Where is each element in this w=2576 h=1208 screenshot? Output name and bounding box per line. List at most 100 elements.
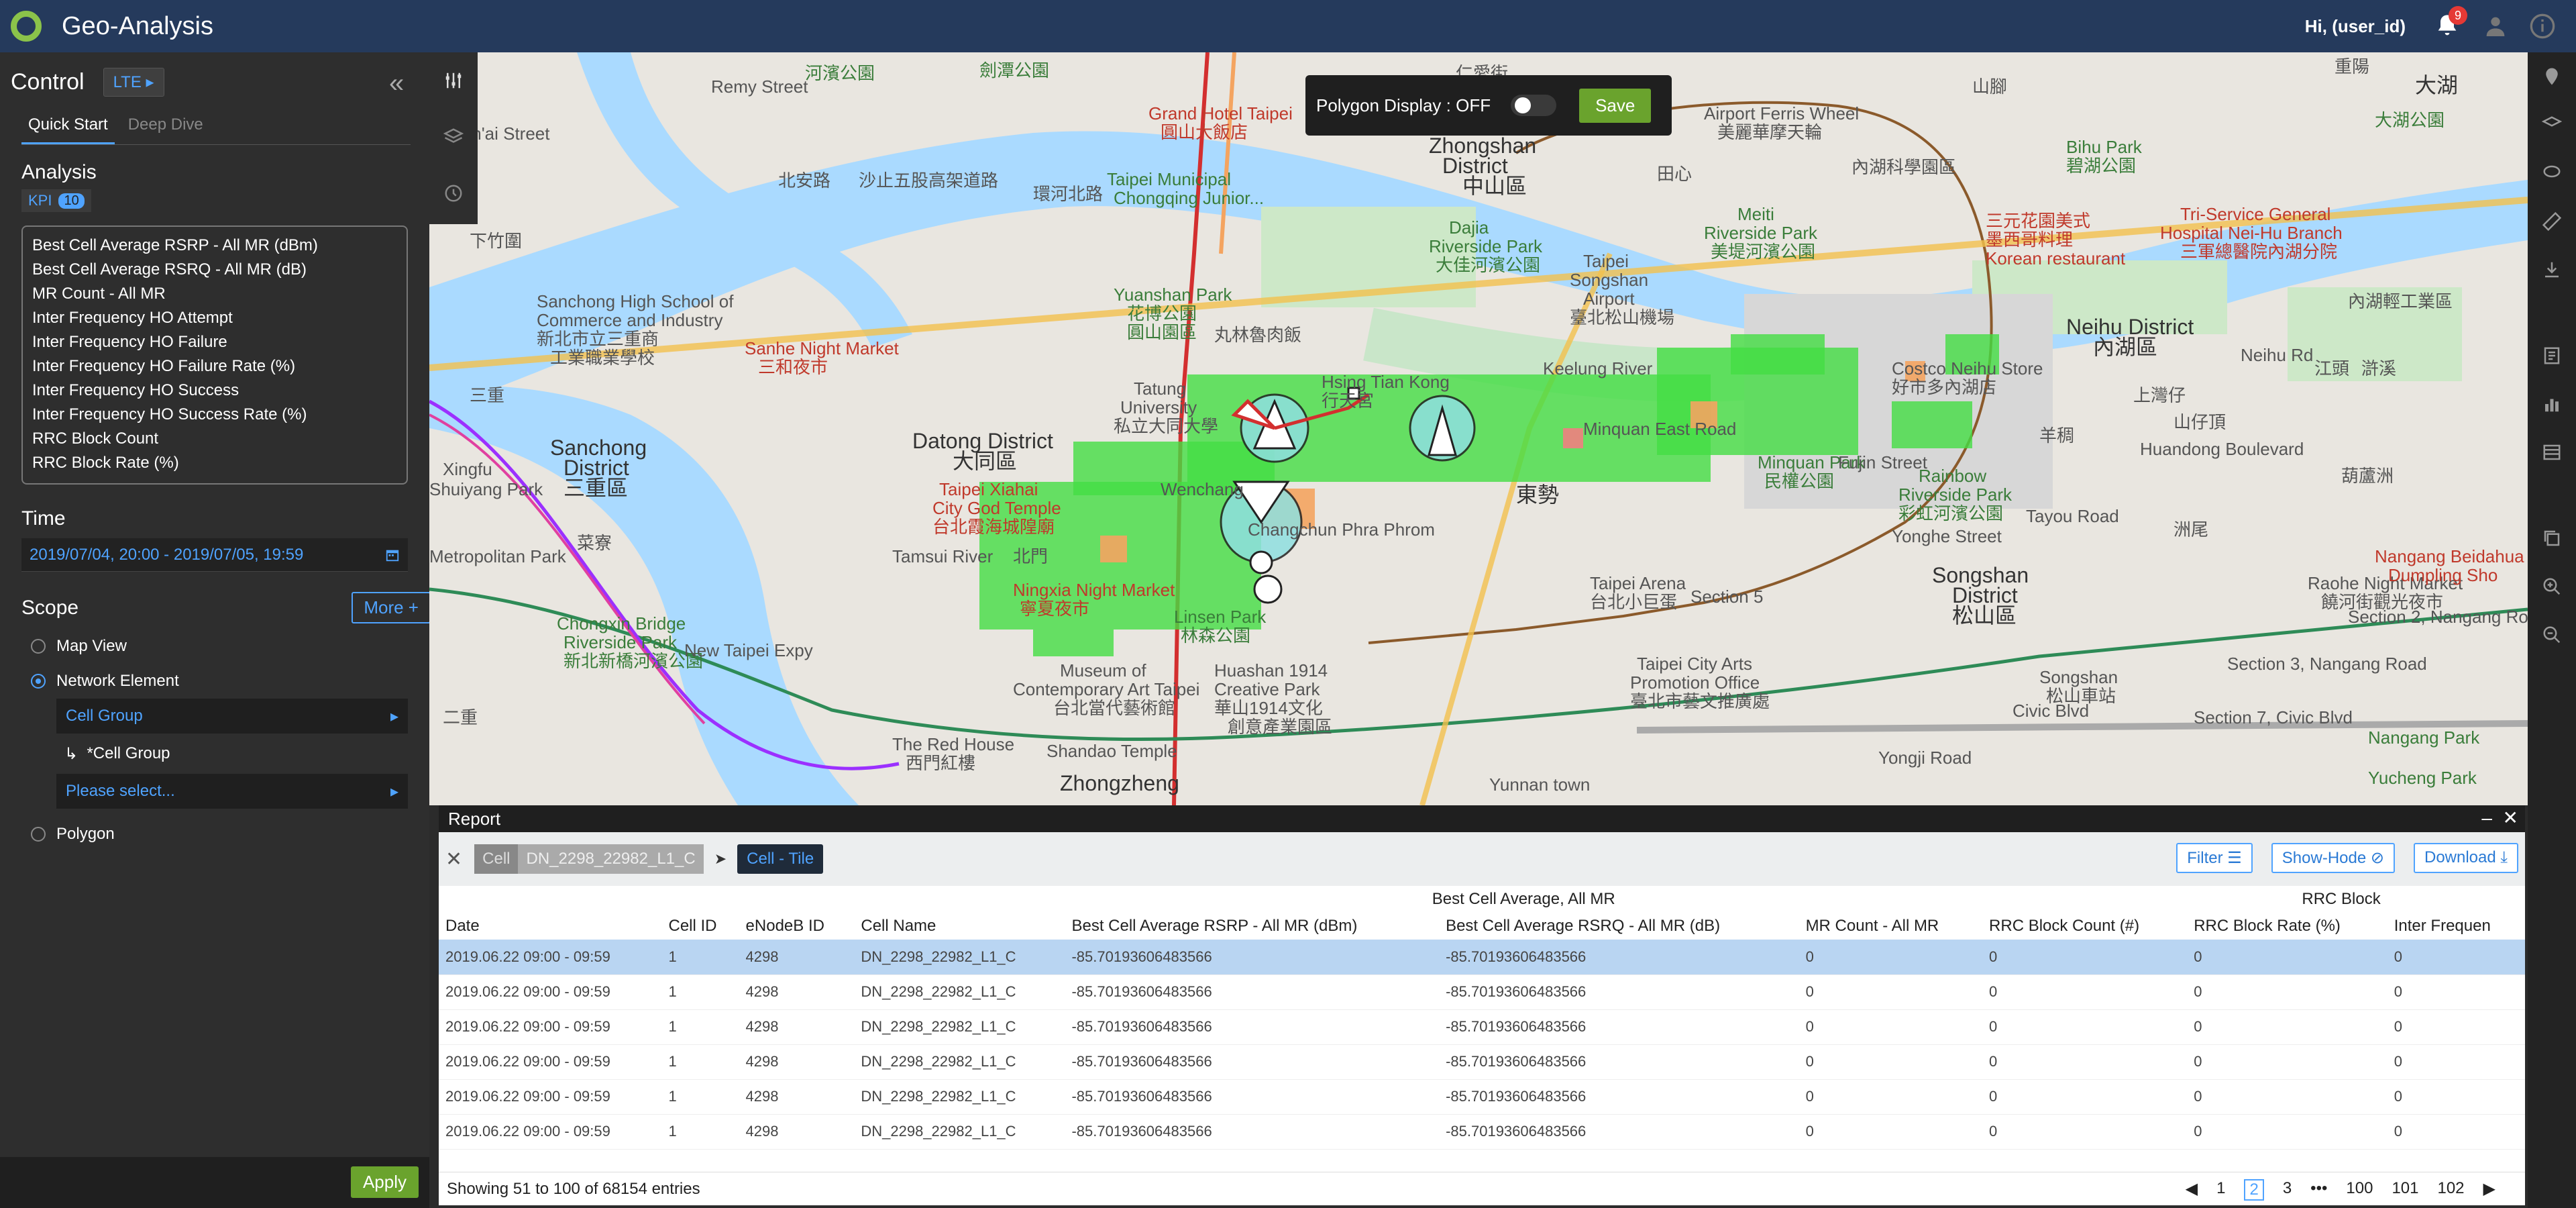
- table-row[interactable]: 2019.06.22 09:00 - 09:59 1 4298 DN_2298_229…: [439, 1079, 2525, 1115]
- kpi-item[interactable]: Inter Frequency HO Attempt: [32, 306, 397, 330]
- download-icon[interactable]: [2528, 246, 2576, 294]
- location-pin-icon[interactable]: [2528, 52, 2576, 101]
- table-cell: DN_2298_22982_L1_C: [854, 940, 1065, 975]
- radio-dot[interactable]: [31, 639, 46, 654]
- kpi-item[interactable]: Inter Frequency HO Success: [32, 379, 397, 403]
- map-canvas[interactable]: Grand Hotel Taipei 圓山大飯店 Taipei Municipa…: [429, 52, 2528, 805]
- table-icon[interactable]: [2528, 428, 2576, 476]
- polygon-display-toggle[interactable]: [1511, 95, 1557, 116]
- layers-stack-icon[interactable]: [2528, 101, 2576, 149]
- column-header[interactable]: Cell Name: [854, 913, 1065, 940]
- info-icon[interactable]: [2529, 13, 2556, 40]
- svg-text:山仔頂: 山仔頂: [2174, 412, 2226, 432]
- map-view[interactable]: Grand Hotel Taipei 圓山大飯店 Taipei Municipa…: [429, 52, 2528, 805]
- svg-text:內湖區: 內湖區: [2093, 335, 2157, 359]
- page-link[interactable]: 3: [2283, 1179, 2292, 1201]
- ruler-icon[interactable]: [2528, 197, 2576, 246]
- column-header[interactable]: MR Count - All MR: [1799, 913, 1982, 940]
- column-header[interactable]: RRC Block Count (#): [1982, 913, 2187, 940]
- time-range-field[interactable]: 2019/07/04, 20:00 - 2019/07/05, 19:59: [21, 538, 408, 572]
- notification-bell-icon[interactable]: 9: [2434, 6, 2467, 40]
- report-table: Best Cell Average, All MR RRC Block Date…: [439, 886, 2525, 1150]
- table-cell: 1: [661, 1009, 739, 1045]
- table-row[interactable]: 2019.06.22 09:00 - 09:59 1 4298 DN_2298_229…: [439, 1009, 2525, 1045]
- bar-chart-icon[interactable]: [2528, 380, 2576, 428]
- table-row[interactable]: 2019.06.22 09:00 - 09:59 1 4298 DN_2298_229…: [439, 1114, 2525, 1150]
- page-link[interactable]: 1: [2216, 1179, 2225, 1201]
- close-breadcrumb-icon[interactable]: ✕: [445, 848, 462, 871]
- save-button[interactable]: Save: [1579, 88, 1652, 123]
- kpi-item[interactable]: RRC Block Rate (%): [32, 451, 397, 475]
- layers-icon[interactable]: [429, 109, 478, 165]
- table-row[interactable]: 2019.06.22 09:00 - 09:59 1 4298 DN_2298_229…: [439, 974, 2525, 1010]
- radio-dot-selected[interactable]: [31, 674, 46, 689]
- kpi-item[interactable]: Inter Frequency HO Failure: [32, 330, 397, 354]
- calendar-icon[interactable]: [385, 548, 400, 562]
- column-header[interactable]: RRC Block Rate (%): [2187, 913, 2387, 940]
- cell-group-select[interactable]: Cell Group ▸: [56, 699, 408, 734]
- column-header[interactable]: eNodeB ID: [739, 913, 855, 940]
- table-cell: DN_2298_22982_L1_C: [854, 1044, 1065, 1080]
- breadcrumb-cell-name[interactable]: DN_2298_22982_L1_C: [518, 844, 704, 874]
- technology-select[interactable]: LTE ▸: [103, 67, 164, 97]
- kpi-item[interactable]: Inter Frequency HO Success Rate (%): [32, 403, 397, 427]
- tab-quick-start[interactable]: Quick Start: [21, 111, 115, 144]
- kpi-chip[interactable]: KPI 10: [21, 189, 91, 212]
- table-cell: 0: [2387, 1009, 2525, 1045]
- breadcrumb-cell-tile[interactable]: Cell - Tile: [737, 844, 824, 874]
- svg-text:Riverside Park: Riverside Park: [1898, 485, 2012, 505]
- page-link[interactable]: 100: [2346, 1179, 2373, 1201]
- kpi-list[interactable]: Best Cell Average RSRP - All MR (dBm) Be…: [21, 225, 408, 485]
- more-button[interactable]: More +: [352, 592, 431, 623]
- download-button[interactable]: Download ⤓: [2413, 843, 2518, 873]
- kpi-item[interactable]: Best Cell Average RSRQ - All MR (dB): [32, 258, 397, 282]
- page-link-current[interactable]: 2: [2244, 1179, 2264, 1201]
- kpi-item[interactable]: MR Count - All MR: [32, 282, 397, 306]
- radio-map-view[interactable]: Map View: [31, 629, 429, 664]
- svg-text:Meiti: Meiti: [1737, 204, 1774, 224]
- column-header[interactable]: Date: [439, 913, 661, 940]
- column-header[interactable]: Best Cell Average RSRQ - All MR (dB): [1439, 913, 1799, 940]
- table-cell: 2019.06.22 09:00 - 09:59: [439, 940, 662, 975]
- svg-text:滸溪: 滸溪: [2361, 358, 2396, 379]
- table-row[interactable]: 2019.06.22 09:00 - 09:59 1 4298 DN_2298_229…: [439, 1044, 2525, 1080]
- next-page-icon[interactable]: ▶: [2483, 1179, 2496, 1201]
- collapse-panel-icon[interactable]: «: [389, 68, 404, 99]
- radio-polygon[interactable]: Polygon: [31, 817, 429, 852]
- radio-network-element[interactable]: Network Element: [31, 664, 429, 699]
- logo: [11, 11, 42, 42]
- svg-text:西門紅樓: 西門紅樓: [906, 753, 975, 773]
- breadcrumb-cell[interactable]: Cell: [474, 844, 519, 874]
- prev-page-icon[interactable]: ◀: [2186, 1179, 2198, 1201]
- zoom-out-icon[interactable]: [2528, 611, 2576, 659]
- table-cell: 4298: [739, 1009, 855, 1045]
- column-header[interactable]: Inter Frequen: [2387, 913, 2525, 940]
- tab-deep-dive[interactable]: Deep Dive: [121, 111, 210, 144]
- page-link[interactable]: 102: [2437, 1179, 2464, 1201]
- svg-text:Taipei Arena: Taipei Arena: [1590, 573, 1686, 593]
- user-greeting[interactable]: Hi, (user_id): [2305, 16, 2406, 37]
- filter-button[interactable]: Filter ☰: [2176, 843, 2253, 873]
- report-icon[interactable]: [2528, 332, 2576, 380]
- copy-icon[interactable]: [2528, 514, 2576, 562]
- kpi-item[interactable]: Inter Frequency HO Failure Rate (%): [32, 354, 397, 379]
- svg-text:三重區: 三重區: [564, 476, 628, 500]
- kpi-item[interactable]: RRC Block Count: [32, 427, 397, 451]
- table-row[interactable]: 2019.06.22 09:00 - 09:59 1 4298 DN_2298_229…: [439, 940, 2525, 975]
- column-header[interactable]: Best Cell Average RSRP - All MR (dBm): [1065, 913, 1439, 940]
- zoom-in-icon[interactable]: [2528, 562, 2576, 611]
- history-clock-icon[interactable]: [429, 165, 478, 221]
- apply-button[interactable]: Apply: [350, 1166, 419, 1198]
- radio-dot[interactable]: [31, 827, 46, 842]
- page-link[interactable]: 101: [2392, 1179, 2418, 1201]
- report-window-controls[interactable]: – ✕: [2481, 807, 2518, 829]
- svg-text:新北市立三重商: 新北市立三重商: [537, 329, 659, 349]
- user-icon[interactable]: [2482, 13, 2509, 40]
- lasso-icon[interactable]: [2528, 149, 2576, 197]
- show-hide-button[interactable]: Show-Hode ⊘: [2271, 843, 2395, 873]
- kpi-item[interactable]: Best Cell Average RSRP - All MR (dBm): [32, 234, 397, 258]
- column-header[interactable]: Cell ID: [661, 913, 739, 940]
- filter-sliders-icon[interactable]: [429, 52, 478, 109]
- rail-spacer: [2528, 294, 2576, 332]
- please-select-dropdown[interactable]: Please select... ▸: [56, 774, 408, 809]
